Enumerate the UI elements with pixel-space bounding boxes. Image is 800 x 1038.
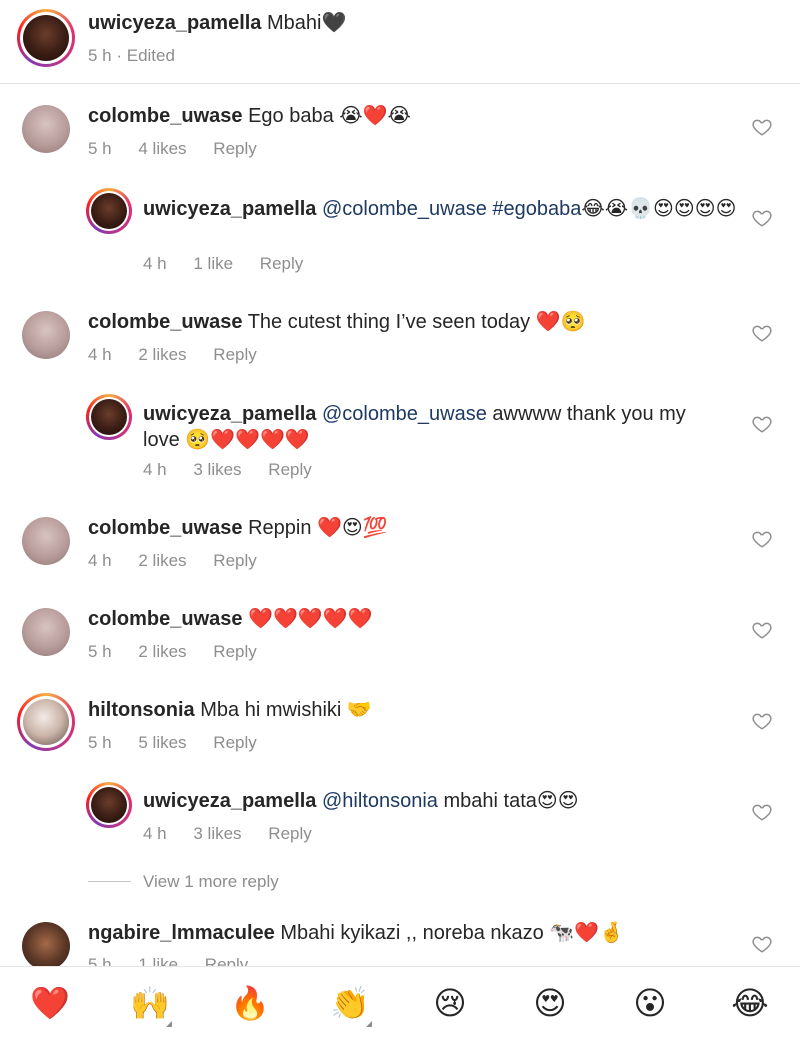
comment-text: hiltonsonia Mba hi mwishiki 🤝: [88, 697, 372, 723]
comment-text: colombe_uwase ❤️❤️❤️❤️❤️: [88, 606, 373, 632]
reply-button[interactable]: Reply: [213, 345, 256, 364]
comment-body: ❤️❤️❤️❤️❤️: [248, 608, 373, 630]
comment-likes[interactable]: 4 likes: [138, 139, 186, 158]
like-heart-icon[interactable]: [751, 413, 773, 435]
comment-username[interactable]: uwicyeza_pamella: [143, 198, 316, 220]
comment-body: Reppin ❤️😍💯: [248, 517, 388, 539]
avatar[interactable]: [22, 517, 70, 565]
reply-button[interactable]: Reply: [213, 733, 256, 752]
post-caption: uwicyeza_pamella Mbahi🖤: [88, 10, 346, 36]
comment-body: Ego baba 😭❤️😭: [248, 105, 411, 127]
comment-time: 4 h: [88, 345, 112, 364]
comment-text: uwicyeza_pamella @colombe_uwase #egobaba…: [143, 196, 743, 222]
reply-button[interactable]: Reply: [213, 139, 256, 158]
skin-tone-caret-icon: [166, 1021, 172, 1027]
crying-emoji-button[interactable]: 😢: [428, 981, 472, 1025]
laughing-emoji-button[interactable]: 😂: [728, 981, 772, 1025]
comment-mention[interactable]: @hiltonsonia: [322, 790, 438, 812]
comment-username[interactable]: colombe_uwase: [88, 517, 243, 539]
comment-meta: 4 h 2 likes Reply: [88, 551, 279, 571]
comment-username[interactable]: uwicyeza_pamella: [143, 403, 316, 425]
comment-likes[interactable]: 1 like: [193, 254, 233, 273]
header-divider: [0, 83, 800, 84]
like-heart-icon[interactable]: [751, 619, 773, 641]
comment-time: 4 h: [143, 460, 167, 479]
comment-meta: 5 h 4 likes Reply: [88, 139, 279, 159]
skin-tone-caret-icon: [366, 1021, 372, 1027]
comment-text: colombe_uwase The cutest thing I’ve seen…: [88, 309, 585, 335]
comment-body: Mbahi kyikazi ,, noreba nkazo 🐄❤️🤞: [280, 922, 625, 944]
like-heart-icon[interactable]: [751, 710, 773, 732]
avatar[interactable]: [22, 311, 70, 359]
reply-button[interactable]: Reply: [268, 460, 311, 479]
like-heart-icon[interactable]: [751, 116, 773, 138]
comment-username[interactable]: uwicyeza_pamella: [143, 790, 316, 812]
like-heart-icon[interactable]: [751, 801, 773, 823]
comment-likes[interactable]: 2 likes: [138, 551, 186, 570]
comment-text: uwicyeza_pamella @colombe_uwase awwww th…: [143, 401, 723, 453]
comment-meta: 4 h 1 like Reply: [143, 254, 325, 274]
fire-emoji-button[interactable]: 🔥: [228, 981, 272, 1025]
comment-body: mbahi tata😍😍: [437, 790, 579, 812]
post-meta: 5 h · Edited: [88, 46, 175, 65]
clapping-emoji-button[interactable]: 👏: [328, 981, 372, 1025]
comment-time: 4 h: [143, 824, 167, 843]
reply-button[interactable]: Reply: [268, 824, 311, 843]
comment-text: colombe_uwase Reppin ❤️😍💯: [88, 515, 388, 541]
reply-button[interactable]: Reply: [213, 551, 256, 570]
emoji-quick-bar: ❤️ 🙌 🔥 👏 😢 😍 😮 😂: [0, 966, 800, 1038]
comment-time: 4 h: [143, 254, 167, 273]
comment-time: 5 h: [88, 642, 112, 661]
comment-meta: 5 h 5 likes Reply: [88, 733, 279, 753]
comment-text: colombe_uwase Ego baba 😭❤️😭: [88, 103, 411, 129]
comment-text: uwicyeza_pamella @hiltonsonia mbahi tata…: [143, 788, 579, 814]
comment-username[interactable]: colombe_uwase: [88, 311, 243, 333]
comment-meta: 5 h 2 likes Reply: [88, 642, 279, 662]
avatar[interactable]: [22, 608, 70, 656]
comment-likes[interactable]: 2 likes: [138, 642, 186, 661]
heart-eyes-emoji-button[interactable]: 😍: [528, 981, 572, 1025]
comment-username[interactable]: colombe_uwase: [88, 105, 243, 127]
post-author-username[interactable]: uwicyeza_pamella: [88, 12, 261, 34]
comment-meta: 4 h 3 likes Reply: [143, 460, 334, 480]
avatar[interactable]: [86, 188, 132, 234]
comment-body: The cutest thing I’ve seen today ❤️🥺: [247, 311, 586, 333]
comment-time: 5 h: [88, 139, 112, 158]
raised-hands-emoji-button[interactable]: 🙌: [128, 981, 172, 1025]
heart-emoji-button[interactable]: ❤️: [28, 981, 72, 1025]
comment-likes[interactable]: 3 likes: [193, 824, 241, 843]
reply-button[interactable]: Reply: [260, 254, 303, 273]
comment-meta: 4 h 3 likes Reply: [143, 824, 334, 844]
comment-body: Mba hi mwishiki 🤝: [200, 699, 372, 721]
like-heart-icon[interactable]: [751, 528, 773, 550]
comment-mention[interactable]: @colombe_uwase #egobaba: [322, 198, 581, 220]
view-more-divider: [88, 881, 131, 882]
comment-body: 😂😭💀😍😍😍😍: [581, 198, 737, 220]
comment-likes[interactable]: 3 likes: [193, 460, 241, 479]
comment-username[interactable]: colombe_uwase: [88, 608, 243, 630]
post-caption-text: Mbahi🖤: [267, 12, 347, 34]
reply-button[interactable]: Reply: [213, 642, 256, 661]
comment-likes[interactable]: 2 likes: [138, 345, 186, 364]
comment-mention[interactable]: @colombe_uwase: [322, 403, 487, 425]
avatar[interactable]: [86, 782, 132, 828]
avatar[interactable]: [17, 693, 75, 751]
comment-meta: 4 h 2 likes Reply: [88, 345, 279, 365]
view-more-replies-button[interactable]: View 1 more reply: [143, 872, 279, 892]
comment-username[interactable]: hiltonsonia: [88, 699, 195, 721]
avatar[interactable]: [86, 394, 132, 440]
like-heart-icon[interactable]: [751, 322, 773, 344]
comment-likes[interactable]: 5 likes: [138, 733, 186, 752]
surprised-emoji-button[interactable]: 😮: [628, 981, 672, 1025]
avatar[interactable]: [22, 922, 70, 970]
comment-username[interactable]: ngabire_lmmaculee: [88, 922, 275, 944]
like-heart-icon[interactable]: [751, 933, 773, 955]
comment-time: 5 h: [88, 733, 112, 752]
comment-time: 4 h: [88, 551, 112, 570]
post-author-avatar[interactable]: [17, 9, 75, 67]
avatar[interactable]: [22, 105, 70, 153]
like-heart-icon[interactable]: [751, 207, 773, 229]
comment-text: ngabire_lmmaculee Mbahi kyikazi ,, noreb…: [88, 920, 624, 946]
